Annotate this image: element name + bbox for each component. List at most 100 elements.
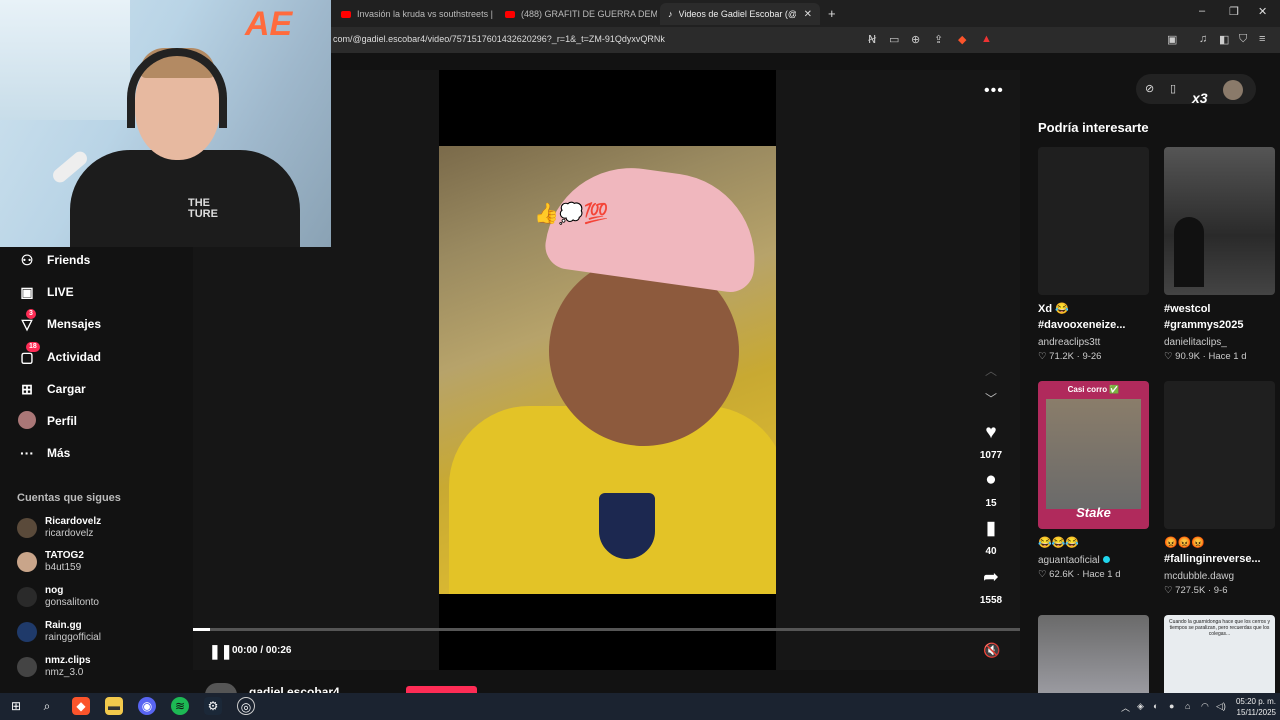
media-icon[interactable]: ♫ [1199,33,1207,45]
tray-app-icon[interactable]: ◈ [1137,701,1144,712]
pause-button[interactable]: ❚❚ [209,643,232,660]
tab-grafiti[interactable]: (488) GRAFITI DE GUERRA DEMONS [497,3,657,25]
search-icon[interactable]: ⌕ [38,697,56,715]
stake-logo: Stake [1076,505,1111,520]
sidebar-item-more[interactable]: ··· Más [17,440,70,466]
sidebar-item-live[interactable]: ▣ LIVE [17,279,73,305]
author-name[interactable]: gadiel.escobar4 [249,685,340,693]
avatar [17,552,37,572]
following-item[interactable]: nog gonsalitonto [17,582,99,612]
webcam-window-shape [0,0,130,120]
taskbar [0,693,1280,720]
maximize-button[interactable]: ❐ [1229,5,1239,18]
volume-icon[interactable]: ◁) [1216,701,1226,712]
verified-icon [1102,556,1110,563]
recommended-thumb[interactable]: Casi corro ✅ Stake [1038,381,1149,529]
user-avatar[interactable] [1223,80,1243,100]
brave-shield-icon[interactable]: ◆ [958,33,966,46]
tab-gadiel-videos[interactable]: ♪Videos de Gadiel Escobar (@gadi✕ [660,3,820,25]
sidebar-item-upload[interactable]: ⊞ Cargar [17,376,86,402]
mute-icon[interactable]: 🔇 [983,642,1000,659]
recommended-item[interactable]: #westcol #grammys2025 danielitaclips_ ♡ … [1164,301,1275,362]
url-field[interactable]: com/@gadiel.escobar4/video/7571517601432… [333,34,665,44]
spotify-icon[interactable]: ≋ [171,697,189,715]
share-icon[interactable]: ⇪ [934,33,943,46]
webcam-overlay: THE TURE AE [0,0,331,247]
chevron-down-icon[interactable]: ﹀ [985,390,997,407]
tray-chevron-icon[interactable]: ︿ [1121,701,1130,714]
chevron-up-icon[interactable]: ︿ [985,362,997,379]
webcam-shirt-shape: THE TURE [70,150,300,247]
sidebar-item-activity[interactable]: ▢ 18 Actividad [17,341,101,370]
vpn-icon[interactable]: ⛉ [1239,33,1247,46]
wifi-icon[interactable]: ◠ [1201,701,1209,712]
zoom-icon[interactable]: ⊕ [911,33,920,46]
progress-bar[interactable] [193,628,1020,631]
activity-badge: 18 [26,341,40,352]
rewards-icon[interactable]: ▲ [981,33,992,45]
translate-icon[interactable]: Ꞥ [868,33,876,46]
follow-button[interactable] [406,686,477,693]
messages-icon: ▽ 3 [17,308,37,333]
sidebar-item-profile[interactable]: Perfil [17,408,77,434]
recommended-title: Podría interesarte [1038,120,1149,135]
tiktok-icon: ♪ [668,9,673,19]
panel-icon[interactable]: ◧ [1219,33,1229,46]
windows-start-icon[interactable]: ⊞ [7,697,25,715]
brave-browser-icon[interactable]: ◆ [72,697,90,715]
following-item[interactable]: TATOG2 b4ut159 [17,547,84,577]
cast-icon[interactable]: ▭ [889,33,899,46]
following-item[interactable]: Rain.gg rainggofficial [17,617,101,647]
avatar [17,587,37,607]
recommended-item[interactable]: 😡😡😡 #fallinginreverse... mcdubble.dawg ♡… [1164,535,1275,596]
clock-time[interactable]: 05:20 p. m. [1231,697,1276,706]
clock-date[interactable]: 15/11/2025 [1231,708,1276,717]
recommended-thumb[interactable] [1164,147,1275,295]
live-icon: ▣ [20,283,34,300]
sidebar-item-messages[interactable]: ▽ 3 Mensajes [17,308,101,337]
recommended-thumb[interactable]: Cuando la guarnidonga hace que los cerro… [1164,615,1275,693]
network-icon[interactable]: ⌂ [1185,701,1190,711]
comment-count: 15 [985,498,997,509]
recommended-item[interactable]: 😂😂😂 aguantaoficial ♡ 62.6K · Hace 1 d [1038,535,1149,580]
new-tab-button[interactable]: + [828,6,836,21]
youtube-icon [341,10,351,18]
recommended-item[interactable]: Xd 😂 #davooxeneize... andreaclips3tt ♡ 7… [1038,301,1149,362]
thumb-caption-overlay: Cuando la guarnidonga hace que los cerro… [1169,619,1270,637]
tray-app-icon[interactable]: ● [1169,701,1174,711]
more-options-icon[interactable]: ••• [984,82,1004,100]
obs-icon[interactable]: ◎ [237,697,255,715]
following-item[interactable]: nmz.clips nmz_3.0 [17,652,91,682]
steam-icon[interactable]: ⚙ [204,697,222,715]
following-title: Cuentas que sigues [17,492,121,504]
comment-icon[interactable]: ● [980,469,1002,491]
following-item[interactable]: Ricardovelz ricardovelz [17,513,101,543]
video-frame[interactable]: 👍💭💯 [439,146,776,594]
tab-invasion[interactable]: Invasión la kruda vs southstreets | DO [333,3,493,25]
like-icon[interactable]: ♥ [980,422,1002,444]
minimize-button[interactable]: – [1199,5,1205,17]
compass-icon[interactable]: ⊘ [1145,82,1154,95]
coins-x3-icon[interactable]: x3 [1192,90,1208,106]
share-arrow-icon[interactable]: ➦ [980,566,1002,589]
recommended-thumb[interactable] [1038,615,1149,693]
tray-app-icon[interactable]: ◐ [1153,701,1158,711]
close-window-button[interactable]: ✕ [1258,5,1267,18]
discord-icon[interactable]: ◉ [138,697,156,715]
file-explorer-icon[interactable]: ▬ [105,697,123,715]
heart-outline-icon: ♡ [1164,351,1173,362]
bookmark-icon[interactable]: ▮ [980,517,1002,540]
video-cap-shape [542,156,766,296]
sidebar-item-friends[interactable]: ⚇ Friends [17,247,91,273]
heart-outline-icon: ♡ [1038,569,1047,580]
recommended-thumb[interactable] [1164,381,1275,529]
messages-badge: 3 [26,308,36,319]
menu-icon[interactable]: ≡ [1259,33,1265,45]
recommended-thumb[interactable] [1038,147,1149,295]
sidebar-toggle-icon[interactable]: ▣ [1167,33,1177,46]
progress-fill [193,628,210,631]
webcam-shirt-text: THE TURE [188,197,218,220]
phone-icon[interactable]: ▯ [1170,82,1176,95]
video-emoji-overlay: 👍💭💯 [534,203,609,225]
close-tab-icon[interactable]: ✕ [804,9,812,20]
